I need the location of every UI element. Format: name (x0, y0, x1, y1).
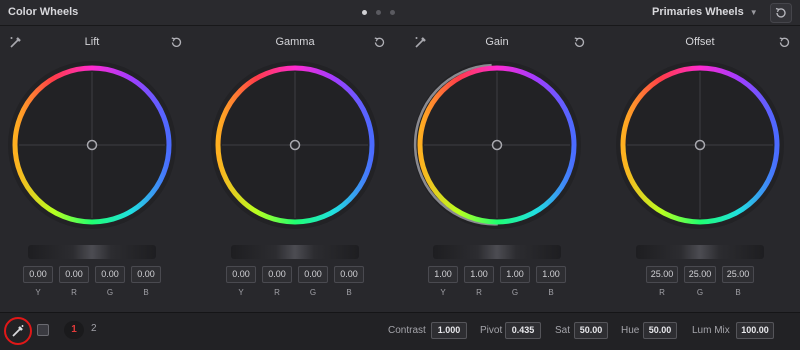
gain-y-field[interactable]: 1.00 (428, 266, 458, 283)
lift-master-slider[interactable] (28, 245, 156, 259)
gain-master-slider[interactable] (433, 245, 561, 259)
gain-g-field[interactable]: 1.00 (500, 266, 530, 283)
gamma-values: 0.00 Y 0.00 R 0.00 G 0.00 B (203, 266, 387, 297)
lum-mix-field[interactable]: 100.00 (736, 322, 774, 339)
lift-b-field[interactable]: 0.00 (131, 266, 161, 283)
lift-wheel[interactable] (7, 60, 177, 230)
gamma-label: Gamma (275, 36, 315, 48)
axis-label: Y (238, 288, 244, 297)
wheel-mode-label: Primaries Wheels (652, 6, 744, 18)
offset-master-slider[interactable] (636, 245, 764, 259)
axis-label: G (106, 288, 114, 297)
lift-label: Lift (84, 36, 100, 48)
offset-g-field[interactable]: 25.00 (684, 266, 716, 283)
gamma-b-field[interactable]: 0.00 (334, 266, 364, 283)
contrast-field[interactable]: 1.000 (431, 322, 467, 339)
gamma-wheel-panel: Gamma 0.00 Y 0.00 R 0.00 G 0.00 B (203, 26, 403, 312)
page-dot-1[interactable] (362, 10, 367, 15)
gain-values: 1.00 Y 1.00 R 1.00 G 1.00 B (405, 266, 589, 297)
gamma-wheel[interactable] (210, 60, 380, 230)
page-dot-3[interactable] (390, 10, 395, 15)
axis-label: B (143, 288, 149, 297)
gamma-master-slider[interactable] (231, 245, 359, 259)
chevron-down-icon: ▼ (749, 7, 758, 17)
lift-y-field[interactable]: 0.00 (23, 266, 53, 283)
offset-wheel[interactable] (615, 60, 785, 230)
axis-label: R (476, 288, 482, 297)
lift-g-field[interactable]: 0.00 (95, 266, 125, 283)
page-dot-2[interactable] (376, 10, 381, 15)
panel-title: Color Wheels (8, 6, 79, 18)
gamma-reset-icon[interactable] (371, 34, 387, 50)
axis-label: R (274, 288, 280, 297)
axis-label: R (71, 288, 77, 297)
axis-label: G (309, 288, 317, 297)
gamma-y-field[interactable]: 0.00 (226, 266, 256, 283)
gain-label: Gain (485, 36, 509, 48)
axis-label: G (511, 288, 519, 297)
offset-values: 25.00 R 25.00 G 25.00 B (608, 266, 792, 297)
sat-field[interactable]: 50.00 (574, 322, 608, 339)
balance-handle[interactable] (86, 139, 98, 151)
gain-r-field[interactable]: 1.00 (464, 266, 494, 283)
axis-label: B (346, 288, 352, 297)
balance-handle[interactable] (694, 139, 706, 151)
contrast-label: Contrast (388, 325, 426, 336)
pivot-label: Pivot (480, 325, 503, 336)
offset-wheel-panel: Offset 25.00 R 25.00 G 25.00 B (608, 26, 800, 312)
lum-mix-label: Lum Mix (692, 325, 730, 336)
page-2-button[interactable]: 2 (91, 323, 97, 334)
panel-header: Color Wheels Primaries Wheels ▼ (0, 0, 800, 26)
balance-handle[interactable] (491, 139, 503, 151)
balance-handle[interactable] (289, 139, 301, 151)
auto-balance-icon (12, 325, 24, 337)
sat-label: Sat (555, 325, 571, 336)
gain-wheel[interactable] (412, 60, 582, 230)
offset-label: Offset (685, 36, 715, 48)
hue-label: Hue (621, 325, 640, 336)
offset-r-field[interactable]: 25.00 (646, 266, 678, 283)
gamma-g-field[interactable]: 0.00 (298, 266, 328, 283)
axis-label: G (696, 288, 704, 297)
page-indicator (362, 10, 395, 15)
axis-label: Y (440, 288, 446, 297)
page-1-button[interactable]: 1 (64, 321, 84, 339)
axis-label: R (659, 288, 665, 297)
auto-balance-button[interactable] (4, 317, 32, 345)
view-toggle-button[interactable] (37, 324, 49, 336)
lift-wheel-panel: Lift 0.00 Y 0.00 R 0.00 G 0.00 B (0, 26, 200, 312)
hue-field[interactable]: 50.00 (643, 322, 677, 339)
adjustment-bar: 1 2 Contrast 1.000 Pivot 0.435 Sat 50.00… (0, 312, 800, 350)
lift-reset-icon[interactable] (168, 34, 184, 50)
lift-r-field[interactable]: 0.00 (59, 266, 89, 283)
axis-label: Y (35, 288, 41, 297)
gain-b-field[interactable]: 1.00 (536, 266, 566, 283)
axis-label: B (735, 288, 741, 297)
lift-values: 0.00 Y 0.00 R 0.00 G 0.00 B (0, 266, 184, 297)
gain-wheel-panel: Gain 1.00 Y 1.00 R 1.00 G 1.00 B (405, 26, 605, 312)
reset-all-icon[interactable] (770, 3, 792, 23)
offset-reset-icon[interactable] (776, 34, 792, 50)
gamma-r-field[interactable]: 0.00 (262, 266, 292, 283)
wheel-mode-dropdown[interactable]: Primaries Wheels ▼ (652, 6, 758, 18)
offset-b-field[interactable]: 25.00 (722, 266, 754, 283)
axis-label: B (548, 288, 554, 297)
gain-reset-icon[interactable] (571, 34, 587, 50)
color-wheels-area: Lift 0.00 Y 0.00 R 0.00 G 0.00 B Gamma 0… (0, 26, 800, 312)
pivot-field[interactable]: 0.435 (505, 322, 541, 339)
